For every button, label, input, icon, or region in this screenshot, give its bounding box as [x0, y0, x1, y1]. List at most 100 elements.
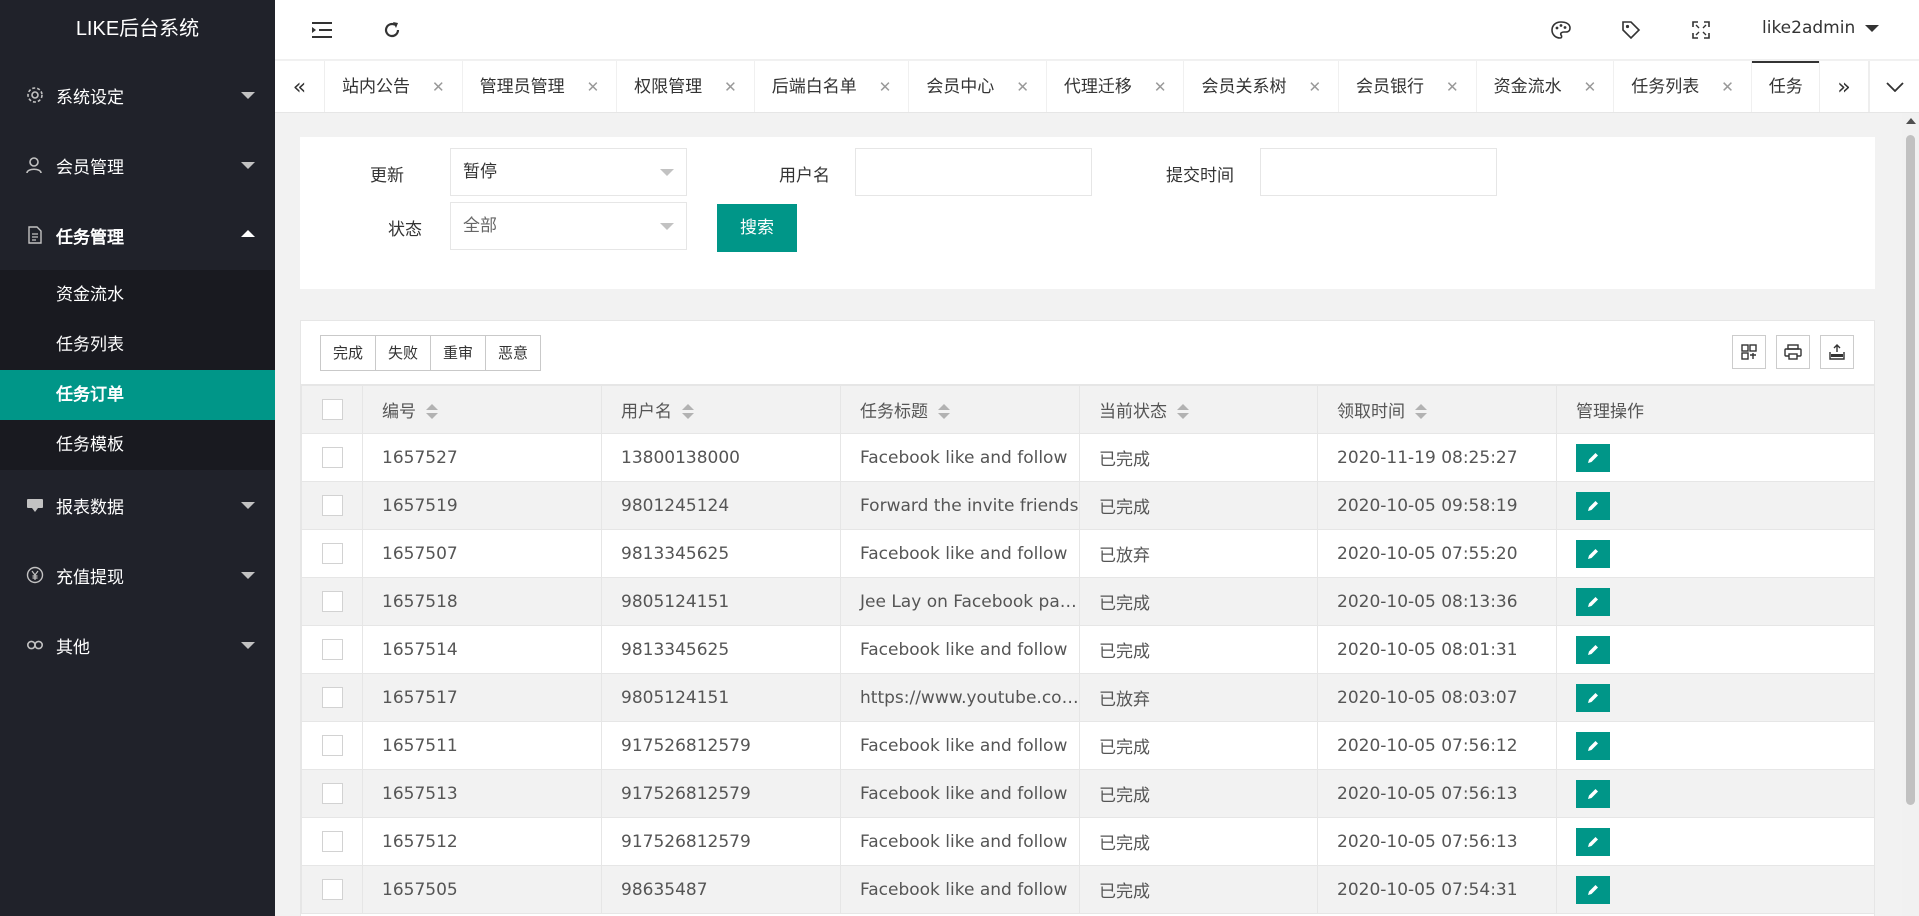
edit-button[interactable]: [1576, 491, 1610, 520]
sidebar-menu-label: 系统设定: [56, 87, 124, 108]
username-input[interactable]: [855, 148, 1092, 196]
gear-icon: [26, 86, 44, 104]
edit-button[interactable]: [1576, 587, 1610, 616]
search-button[interactable]: 搜索: [717, 204, 797, 252]
close-icon[interactable]: ✕: [587, 78, 600, 96]
refresh-icon[interactable]: [380, 18, 404, 42]
close-icon[interactable]: ✕: [432, 78, 445, 96]
export-icon[interactable]: [1820, 335, 1854, 369]
tab-8[interactable]: 资金流水 ✕: [1477, 61, 1615, 112]
batch-button-0[interactable]: 完成: [320, 335, 377, 371]
edit-button[interactable]: [1576, 539, 1610, 568]
close-icon[interactable]: ✕: [1446, 78, 1459, 96]
close-icon[interactable]: ✕: [1721, 78, 1734, 96]
batch-button-3[interactable]: 恶意: [486, 335, 542, 371]
row-checkbox[interactable]: [321, 735, 343, 756]
theme-icon[interactable]: [1549, 18, 1573, 42]
scroll-up-arrow-icon[interactable]: [1906, 118, 1916, 124]
submit-time-label: 提交时间: [1166, 166, 1234, 186]
top-header: like2admin: [275, 0, 1919, 60]
batch-button-1[interactable]: 失败: [376, 335, 432, 371]
tab-5[interactable]: 代理迁移 ✕: [1047, 61, 1185, 112]
sidebar-menu-5[interactable]: 其他: [0, 610, 275, 680]
edit-button[interactable]: [1576, 635, 1610, 664]
tab-9[interactable]: 任务列表 ✕: [1614, 61, 1752, 112]
row-checkbox[interactable]: [321, 543, 343, 564]
columns-icon[interactable]: [1732, 335, 1766, 369]
sort-icon[interactable]: [1415, 404, 1427, 420]
tab-3[interactable]: 后端白名单 ✕: [755, 61, 910, 112]
sort-icon[interactable]: [1177, 404, 1189, 420]
table-cell: 已完成: [1079, 817, 1318, 866]
tab-menu-chevron-icon[interactable]: [1869, 61, 1919, 112]
sort-icon[interactable]: [682, 404, 694, 420]
tab-1[interactable]: 管理员管理 ✕: [463, 61, 618, 112]
edit-button[interactable]: [1576, 779, 1610, 808]
sidebar-subitem-2[interactable]: 任务订单: [0, 370, 275, 420]
sort-icon[interactable]: [426, 404, 438, 420]
table-row: 1657519 9801245124 Forward the invite frie…: [301, 481, 1875, 530]
sidebar-menu-0[interactable]: 系统设定: [0, 60, 275, 130]
row-actions-cell: [1556, 577, 1875, 626]
tab-scroll-right-icon[interactable]: »: [1819, 61, 1869, 112]
row-checkbox[interactable]: [321, 495, 343, 516]
sidebar-menu-2[interactable]: 任务管理: [0, 200, 275, 270]
column-header-1[interactable]: 用户名: [601, 385, 841, 434]
row-checkbox[interactable]: [321, 687, 343, 708]
tab-label: 任务列表: [1631, 77, 1700, 97]
column-header-3[interactable]: 当前状态: [1079, 385, 1318, 434]
row-checkbox[interactable]: [321, 831, 343, 852]
table-cell: 2020-10-05 08:03:07: [1317, 673, 1557, 722]
user-menu[interactable]: like2admin: [1762, 18, 1880, 38]
close-icon[interactable]: ✕: [1308, 78, 1321, 96]
scroll-thumb[interactable]: [1906, 135, 1915, 805]
table-row: 1657517 9805124151 https://www.youtube.com…: [301, 673, 1875, 722]
tab-7[interactable]: 会员银行 ✕: [1339, 61, 1477, 112]
edit-button[interactable]: [1576, 875, 1610, 904]
column-header-4[interactable]: 领取时间: [1317, 385, 1557, 434]
edit-button[interactable]: [1576, 683, 1610, 712]
row-checkbox[interactable]: [321, 639, 343, 660]
tab-scroll-left-icon[interactable]: «: [275, 61, 325, 112]
tab-10[interactable]: 任务: [1751, 61, 1819, 112]
row-checkbox[interactable]: [321, 447, 343, 468]
tab-4[interactable]: 会员中心 ✕: [909, 61, 1047, 112]
edit-button[interactable]: [1576, 731, 1610, 760]
close-icon[interactable]: ✕: [1016, 78, 1029, 96]
page-scrollbar[interactable]: [1902, 113, 1919, 916]
tab-0[interactable]: 站内公告 ✕: [325, 61, 463, 112]
close-icon[interactable]: ✕: [724, 78, 737, 96]
column-header-2[interactable]: 任务标题: [840, 385, 1080, 434]
row-checkbox[interactable]: [321, 783, 343, 804]
column-header-0[interactable]: 编号: [362, 385, 602, 434]
sidebar-subitem-0[interactable]: 资金流水: [0, 270, 275, 320]
submit-time-input[interactable]: [1260, 148, 1497, 196]
fullscreen-icon[interactable]: [1689, 18, 1713, 42]
table-cell: 2020-10-05 07:56:13: [1317, 769, 1557, 818]
close-icon[interactable]: ✕: [879, 78, 892, 96]
edit-button[interactable]: [1576, 827, 1610, 856]
sidebar-subitem-1[interactable]: 任务列表: [0, 320, 275, 370]
tag-icon[interactable]: [1619, 18, 1643, 42]
tab-6[interactable]: 会员关系树 ✕: [1184, 61, 1340, 112]
edit-button[interactable]: [1576, 443, 1610, 472]
close-icon[interactable]: ✕: [1584, 78, 1597, 96]
tab-list: 站内公告 ✕ 管理员管理 ✕ 权限管理 ✕ 后端白名单 ✕ 会员中心 ✕ 代理迁移 ✕ 会员关系树 ✕ 会员…: [325, 61, 1819, 112]
menu-fold-icon[interactable]: [310, 18, 334, 42]
sidebar-subitem-3[interactable]: 任务模板: [0, 420, 275, 470]
select-all-checkbox[interactable]: [321, 399, 343, 420]
sort-icon[interactable]: [938, 404, 950, 420]
row-checkbox[interactable]: [321, 879, 343, 900]
row-actions-cell: [1556, 817, 1875, 866]
sidebar-menu-4[interactable]: 充值提现: [0, 540, 275, 610]
row-checkbox[interactable]: [321, 591, 343, 612]
tab-2[interactable]: 权限管理 ✕: [617, 61, 755, 112]
print-icon[interactable]: [1776, 335, 1810, 369]
sidebar-menu-3[interactable]: 报表数据: [0, 470, 275, 540]
batch-button-2[interactable]: 重审: [431, 335, 487, 371]
update-select[interactable]: 暂停: [450, 148, 687, 196]
sidebar-menu-1[interactable]: 会员管理: [0, 130, 275, 200]
table-cell: 1657512: [362, 817, 602, 866]
close-icon[interactable]: ✕: [1154, 78, 1167, 96]
status-select[interactable]: 全部: [450, 202, 687, 250]
